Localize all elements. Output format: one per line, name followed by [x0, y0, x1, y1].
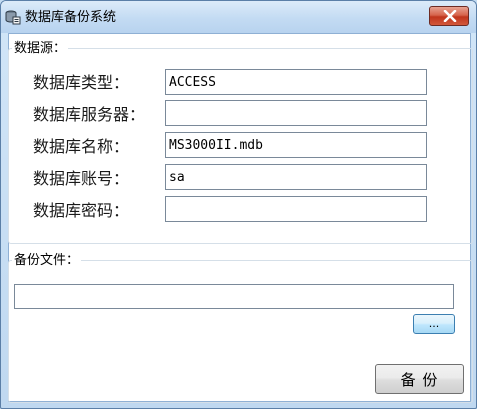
close-button[interactable] [429, 6, 469, 26]
client-area: 数据源： 数据库类型： 数据库服务器： 数据库名称： 数据库账号： 数据库密码：… [8, 33, 473, 403]
browse-button[interactable]: ... [413, 314, 455, 334]
window-title: 数据库备份系统 [25, 10, 117, 25]
db-server-label: 数据库服务器： [33, 105, 146, 124]
db-type-label: 数据库类型： [33, 73, 130, 92]
datasource-group: 数据源： 数据库类型： 数据库服务器： 数据库名称： 数据库账号： 数据库密码： [8, 40, 473, 244]
db-account-label: 数据库账号： [33, 169, 130, 188]
backup-button[interactable]: 备 份 [375, 364, 464, 394]
datasource-legend: 数据源： [12, 40, 69, 57]
db-account-field[interactable] [165, 164, 427, 190]
app-window: 数据库备份系统 数据源： 数据库类型： 数据库服务器： 数据库名称： 数据库账号… [0, 0, 477, 409]
db-type-field[interactable] [165, 69, 427, 95]
db-password-label: 数据库密码： [33, 201, 130, 220]
backup-file-legend: 备份文件： [12, 252, 82, 269]
database-icon [5, 9, 21, 25]
db-name-label: 数据库名称： [33, 137, 130, 156]
db-name-field[interactable] [165, 132, 427, 158]
backup-path-field[interactable] [14, 284, 454, 309]
backup-file-group: 备份文件： ... 备 份 [8, 252, 473, 403]
close-icon [443, 10, 457, 22]
db-password-field[interactable] [165, 196, 427, 222]
db-server-field[interactable] [165, 100, 427, 126]
title-bar[interactable]: 数据库备份系统 [1, 1, 476, 33]
